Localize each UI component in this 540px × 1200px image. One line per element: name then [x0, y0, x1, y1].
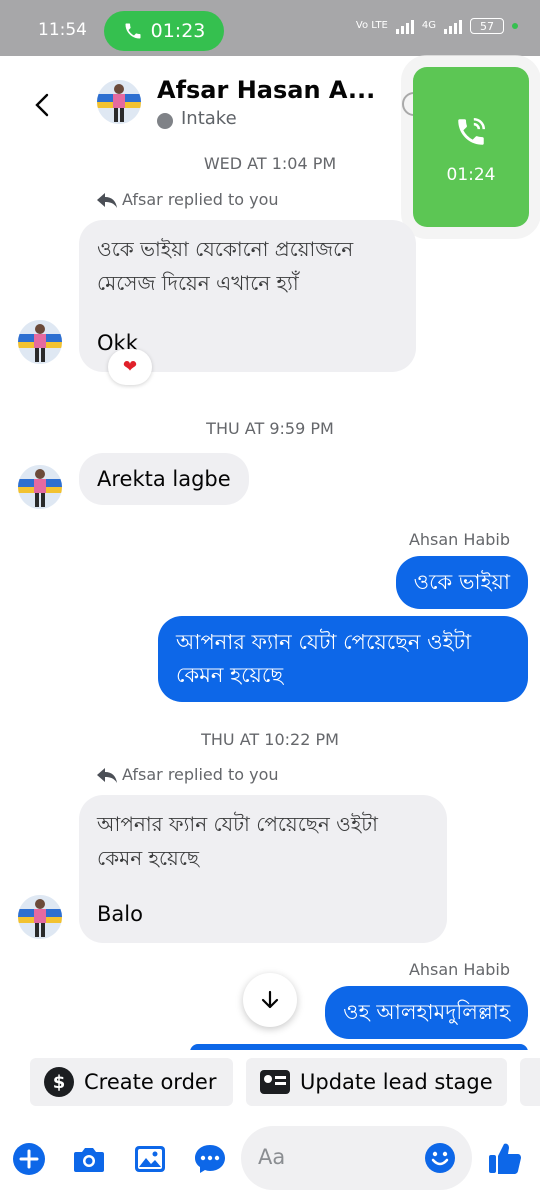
emoji-icon[interactable]	[424, 1142, 456, 1174]
message-text: ওকে ভাইয়া	[413, 570, 510, 594]
message-bubble-incoming[interactable]: আপনার ফ্যান যেটা পেয়েছেন ওইটা কেমন হয়ে…	[79, 795, 447, 943]
message-input[interactable]: Aa	[241, 1126, 472, 1190]
message-text: আপনার ফ্যান যেটা পেয়েছেন ওইটা কেমন হয়ে…	[176, 630, 472, 687]
call-timer: 01:23	[150, 20, 206, 42]
timestamp: THU AT 9:59 PM	[206, 419, 334, 438]
more-actions-chip[interactable]	[520, 1058, 540, 1106]
update-lead-stage-button[interactable]: Update lead stage	[246, 1058, 507, 1106]
sender-avatar[interactable]	[18, 465, 62, 509]
signal-icon-2	[444, 18, 462, 34]
status-icons: Vo LTE 4G 57	[356, 18, 518, 34]
message-text: ওহ আলহামদুলিল্লাহ	[343, 1000, 510, 1024]
lead-stage-label[interactable]: Intake	[181, 108, 237, 129]
message-bubble-outgoing[interactable]: আপনার ফ্যান যেটা পেয়েছেন ওইটা কেমন হয়ে…	[158, 616, 528, 702]
lead-stage-dot	[157, 113, 173, 129]
volte-indicator: Vo LTE	[355, 20, 388, 31]
contact-avatar[interactable]	[97, 80, 141, 124]
message-text: Arekta lagbe	[97, 467, 231, 491]
contact-name[interactable]: Afsar Hasan A...	[157, 76, 375, 104]
dollar-icon: $	[44, 1067, 74, 1097]
battery-icon: 57	[470, 18, 504, 34]
create-order-button[interactable]: $ Create order	[30, 1058, 233, 1106]
sender-avatar[interactable]	[18, 895, 62, 939]
message-text: Balo	[97, 902, 143, 926]
camera-icon[interactable]	[72, 1142, 106, 1176]
network-type: 4G	[421, 20, 436, 31]
status-bar: 11:54 01:23 Vo LTE 4G 57	[0, 0, 540, 56]
message-bubble-outgoing[interactable]: ওকে ভাইয়া	[395, 556, 528, 609]
plus-icon[interactable]	[12, 1142, 46, 1176]
sender-name: Ahsan Habib	[408, 530, 510, 549]
sender-avatar[interactable]	[18, 320, 62, 364]
scroll-to-bottom-button[interactable]	[243, 973, 297, 1027]
phone-icon	[125, 23, 141, 39]
sender-name: Ahsan Habib	[408, 960, 510, 979]
ongoing-call-pill[interactable]: 01:23	[104, 11, 224, 51]
chat-bubble-icon[interactable]	[193, 1142, 227, 1176]
timestamp: THU AT 10:22 PM	[201, 730, 339, 749]
reply-arrow-icon	[97, 192, 117, 208]
phone-call-icon	[458, 117, 486, 145]
message-input-placeholder: Aa	[258, 1145, 286, 1169]
status-time: 11:54	[38, 20, 87, 40]
mic-in-use-dot	[512, 23, 518, 29]
quick-actions-bar: $ Create order Update lead stage	[0, 1050, 540, 1118]
arrow-down-icon	[261, 990, 279, 1009]
heart-reaction[interactable]: ❤	[108, 349, 152, 385]
message-composer: Aa	[0, 1118, 540, 1200]
message-bubble-incoming[interactable]: Arekta lagbe	[79, 453, 249, 505]
back-arrow-icon[interactable]	[28, 90, 58, 120]
timestamp: WED AT 1:04 PM	[203, 154, 337, 173]
gallery-icon[interactable]	[133, 1142, 167, 1176]
reply-arrow-icon	[97, 767, 117, 783]
floating-call-window[interactable]: 01:24	[413, 67, 529, 227]
id-card-icon	[260, 1070, 290, 1094]
message-bubble-outgoing[interactable]: ওহ আলহামদুলিল্লাহ	[325, 986, 528, 1039]
signal-icon	[395, 18, 414, 34]
reply-note: Afsar replied to you	[96, 190, 279, 209]
thumbs-up-icon[interactable]	[487, 1140, 523, 1176]
quoted-text: আপনার ফ্যান যেটা পেয়েছেন ওইটা কেমন হয়ে…	[97, 812, 378, 870]
reply-note: Afsar replied to you	[96, 765, 279, 784]
quoted-text: ওকে ভাইয়া যেকোনো প্রয়োজনে মেসেজ দিয়েন…	[97, 237, 354, 295]
